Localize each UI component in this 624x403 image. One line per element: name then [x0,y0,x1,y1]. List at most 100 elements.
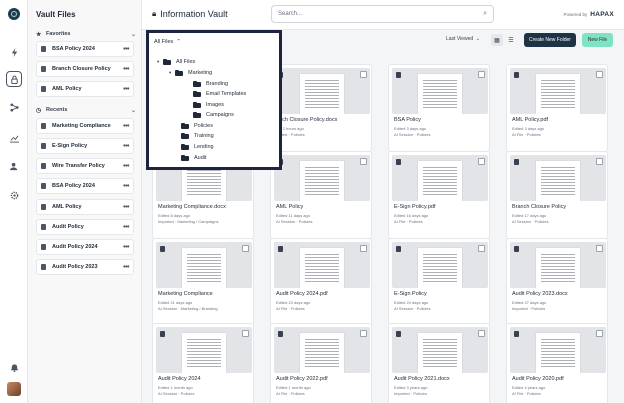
folder-tree-item[interactable]: Lending [175,143,214,151]
users-icon[interactable] [6,158,22,174]
folder-tree-item[interactable]: ▾ Marketing [169,69,212,77]
select-checkbox[interactable] [360,245,367,252]
file-card[interactable]: AML Policy.pdf Edited 3 days ago AI File ·… [506,64,608,152]
recents-section-header[interactable]: ◷ Recents ⌄ [36,105,136,115]
folder-filter-dropdown[interactable]: All Files ⌃ [154,39,181,45]
folder-tree-item[interactable]: Audit [175,154,207,162]
search-input[interactable]: Search... ⌕ [271,5,494,23]
file-card[interactable]: BSA Policy Edited 3 days ago AI Session · … [388,64,490,152]
file-thumbnail[interactable] [392,155,488,201]
more-options-icon[interactable]: ••• [123,86,129,93]
folder-tree-item[interactable]: Campaigns [187,111,234,119]
file-thumbnail[interactable] [156,242,252,288]
recent-item[interactable]: Marketing Compliance ••• [36,118,134,134]
favorite-item[interactable]: Branch Closure Policy ••• [36,61,134,77]
file-card[interactable]: Branch Closure Policy Edited 17 days ago A… [506,151,608,239]
file-thumbnail[interactable] [392,327,488,373]
sort-select[interactable]: Last Viewed ⌄ [446,36,480,42]
select-checkbox[interactable] [360,71,367,78]
select-checkbox[interactable] [478,158,485,165]
recent-item[interactable]: BSA Policy 2024 ••• [36,178,134,194]
file-card[interactable]: anch Closure Policy.docx ted 2 hours ago p… [270,64,372,152]
more-options-icon[interactable]: ••• [123,66,129,73]
file-name[interactable]: AML Policy [276,204,370,210]
file-thumbnail[interactable] [510,327,606,373]
select-checkbox[interactable] [478,245,485,252]
file-card[interactable]: E-Sign Policy Edited 24 days ago AI Sessio… [388,238,490,326]
select-checkbox[interactable] [478,330,485,337]
file-card[interactable]: Audit Policy 2022.pdf Edited 1 month ago A… [270,323,372,403]
file-name[interactable]: Audit Policy 2022.pdf [276,376,370,382]
file-name[interactable]: Audit Policy 2023.docx [512,291,606,297]
vault-lock-icon[interactable] [6,71,22,87]
app-logo-icon[interactable] [8,8,20,20]
file-thumbnail[interactable] [392,68,488,114]
select-checkbox[interactable] [478,71,485,78]
more-options-icon[interactable]: ••• [123,163,129,170]
file-name[interactable]: AML Policy.pdf [512,117,606,123]
list-view-icon[interactable]: ☰ [505,34,517,46]
select-checkbox[interactable] [596,245,603,252]
file-name[interactable]: anch Closure Policy.docx [276,117,370,123]
file-name[interactable]: Audit Policy 2021.docx [394,376,488,382]
select-checkbox[interactable] [596,71,603,78]
notifications-bell-icon[interactable] [6,359,22,375]
file-thumbnail[interactable] [156,327,252,373]
file-name[interactable]: Marketing Compliance.docx [158,204,252,210]
file-name[interactable]: E-Sign Policy [394,291,488,297]
file-card[interactable]: Audit Policy 2021.docx Edited 3 years ago… [388,323,490,403]
select-checkbox[interactable] [360,330,367,337]
folder-tree-item[interactable]: Branding [187,80,228,88]
select-checkbox[interactable] [242,245,249,252]
select-checkbox[interactable] [360,158,367,165]
more-options-icon[interactable]: ••• [123,224,129,231]
recent-item[interactable]: Audit Policy ••• [36,219,134,235]
file-card[interactable]: Audit Policy 2024.pdf Edited 23 days ago A… [270,238,372,326]
file-thumbnail[interactable] [274,242,370,288]
folder-tree-item[interactable]: Images [187,101,224,109]
workflow-icon[interactable] [6,99,22,115]
file-thumbnail[interactable] [510,68,606,114]
file-name[interactable]: Audit Policy 2020.pdf [512,376,606,382]
analytics-icon[interactable] [6,130,22,146]
file-name[interactable]: BSA Policy [394,117,488,123]
more-options-icon[interactable]: ••• [123,264,129,271]
folder-tree-item[interactable]: Policies [175,122,213,130]
grid-view-icon[interactable]: ▦ [491,34,503,46]
file-name[interactable]: Marketing Compliance [158,291,252,297]
file-thumbnail[interactable] [274,155,370,201]
file-card[interactable]: E-Sign Policy.pdf Edited 16 days ago AI Fi… [388,151,490,239]
recent-item[interactable]: Wire Transfer Policy ••• [36,158,134,174]
file-card[interactable]: Audit Policy 2023.docx Edited 27 days ago… [506,238,608,326]
create-new-folder-button[interactable]: Create New Folder [524,33,576,47]
user-avatar[interactable] [7,382,21,396]
recent-item[interactable]: AML Policy ••• [36,199,134,215]
more-options-icon[interactable]: ••• [123,123,129,130]
file-name[interactable]: E-Sign Policy.pdf [394,204,488,210]
recent-item[interactable]: Audit Policy 2024 ••• [36,239,134,255]
settings-gear-icon[interactable] [6,187,22,203]
file-thumbnail[interactable] [392,242,488,288]
file-card[interactable]: AML Policy Edited 11 days ago AI Session ·… [270,151,372,239]
select-checkbox[interactable] [596,330,603,337]
select-checkbox[interactable] [242,330,249,337]
bolt-icon[interactable] [6,44,22,60]
recent-item[interactable]: Audit Policy 2023 ••• [36,259,134,275]
recent-item[interactable]: E-Sign Policy ••• [36,138,134,154]
file-thumbnail[interactable] [274,327,370,373]
file-name[interactable]: Audit Policy 2024 [158,376,252,382]
folder-tree-item[interactable]: ▾ All Files [157,58,195,66]
more-options-icon[interactable]: ••• [123,143,129,150]
favorite-item[interactable]: BSA Policy 2024 ••• [36,41,134,57]
file-card[interactable]: Audit Policy 2024 Edited 1 month ago AI Se… [152,323,254,403]
file-name[interactable]: Branch Closure Policy [512,204,606,210]
folder-tree-item[interactable]: Email Templates [187,90,246,98]
favorite-item[interactable]: AML Policy ••• [36,81,134,97]
file-thumbnail[interactable] [274,68,370,114]
favorites-section-header[interactable]: ★ Favorites ⌄ [36,29,136,39]
folder-tree-item[interactable]: Training [175,132,214,140]
more-options-icon[interactable]: ••• [123,204,129,211]
file-thumbnail[interactable] [510,242,606,288]
file-card[interactable]: Audit Policy 2020.pdf Edited 4 years ago A… [506,323,608,403]
more-options-icon[interactable]: ••• [123,46,129,53]
